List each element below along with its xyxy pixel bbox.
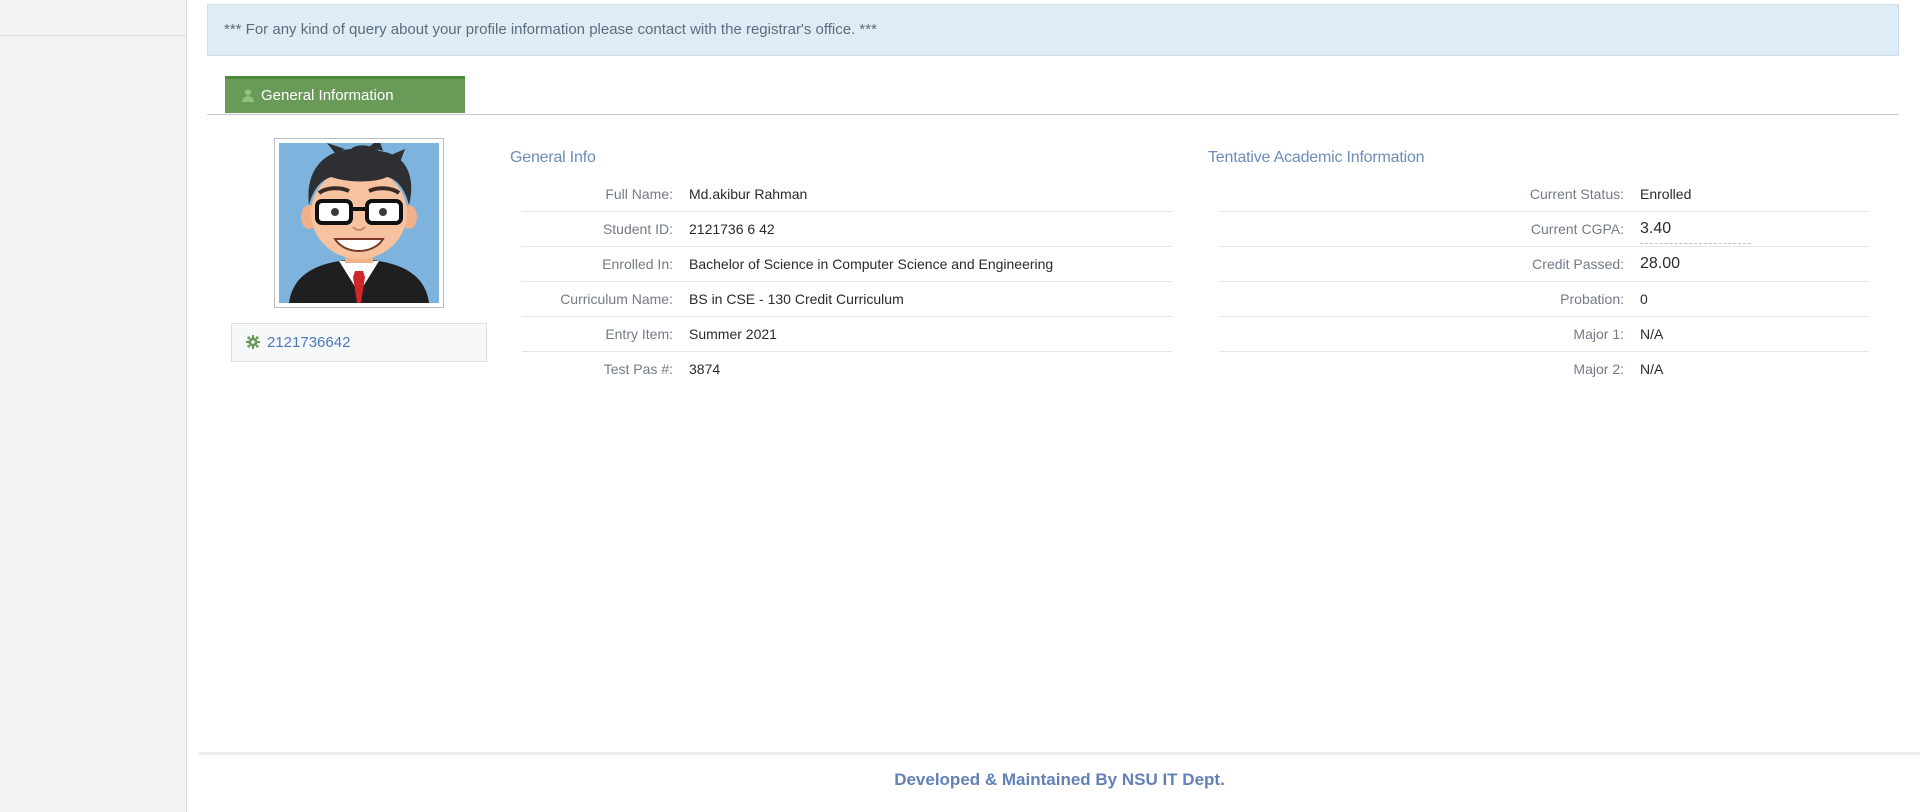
general-info-title: General Info (510, 149, 596, 166)
table-row: Full Name: Md.akibur Rahman (522, 177, 1172, 212)
table-row: Student ID: 2121736 6 42 (522, 211, 1172, 247)
current-status-label: Current Status: (1219, 177, 1640, 212)
major-2-value: N/A (1640, 361, 1664, 377)
credit-passed-label: Credit Passed: (1219, 246, 1640, 282)
major-1-value: N/A (1640, 316, 1869, 352)
table-row: Entry Item: Summer 2021 (522, 316, 1172, 352)
major-2-label: Major 2: (1573, 361, 1624, 377)
enrolled-in-value: Bachelor of Science in Computer Science … (689, 246, 1172, 282)
academic-info-title: Tentative Academic Information (1208, 149, 1425, 166)
full-name-value: Md.akibur Rahman (689, 177, 1172, 212)
table-row: Current CGPA: 3.40 (1219, 211, 1869, 247)
curriculum-name-label: Curriculum Name: (522, 281, 689, 317)
current-status-value: Enrolled (1640, 177, 1869, 212)
curriculum-name-value: BS in CSE - 130 Credit Curriculum (689, 281, 1172, 317)
gear-icon (246, 335, 260, 349)
sidebar-divider (0, 35, 186, 36)
general-info-table: Full Name: Md.akibur Rahman Student ID: … (522, 177, 1172, 386)
footer-credit: Developed & Maintained By NSU IT Dept. (894, 770, 1225, 789)
test-pas-label: Test Pas #: (603, 361, 673, 377)
table-row: Probation: 0 (1219, 281, 1869, 317)
footer-divider (199, 752, 1920, 755)
current-cgpa-value: 3.40 (1640, 220, 1752, 244)
table-row: Major 1: N/A (1219, 316, 1869, 352)
tab-bar: General Information (207, 76, 1899, 115)
student-id-value: 2121736 6 42 (689, 211, 1172, 247)
tab-label: General Information (261, 87, 394, 104)
student-id-link[interactable]: 2121736642 (267, 334, 350, 351)
current-cgpa-cell: 3.40 (1640, 211, 1869, 247)
test-pas-value: 3874 (689, 361, 721, 377)
probation-value: 0 (1640, 281, 1869, 317)
avatar (279, 143, 439, 303)
table-row: Curriculum Name: BS in CSE - 130 Credit … (522, 281, 1172, 317)
table-row: Major 2: N/A (1219, 352, 1869, 387)
table-row: Credit Passed: 28.00 (1219, 246, 1869, 282)
tab-general-information[interactable]: General Information (225, 76, 465, 113)
table-row: Enrolled In: Bachelor of Science in Comp… (522, 246, 1172, 282)
profile-photo (274, 138, 444, 308)
current-cgpa-label: Current CGPA: (1219, 211, 1640, 247)
main-content: *** For any kind of query about your pro… (187, 0, 1920, 812)
user-icon (242, 89, 254, 102)
probation-label: Probation: (1219, 281, 1640, 317)
registrar-notice: *** For any kind of query about your pro… (207, 4, 1899, 56)
entry-item-value: Summer 2021 (689, 316, 1172, 352)
enrolled-in-label: Enrolled In: (522, 246, 689, 282)
table-row: Test Pas #: 3874 (522, 352, 1172, 387)
student-id-box: 2121736642 (231, 323, 487, 362)
student-id-label: Student ID: (522, 211, 689, 247)
academic-info-table: Current Status: Enrolled Current CGPA: 3… (1219, 177, 1869, 386)
entry-item-label: Entry Item: (522, 316, 689, 352)
major-1-label: Major 1: (1219, 316, 1640, 352)
credit-passed-value: 28.00 (1640, 246, 1869, 282)
sidebar (0, 0, 187, 812)
table-row: Current Status: Enrolled (1219, 177, 1869, 212)
full-name-label: Full Name: (522, 177, 689, 212)
